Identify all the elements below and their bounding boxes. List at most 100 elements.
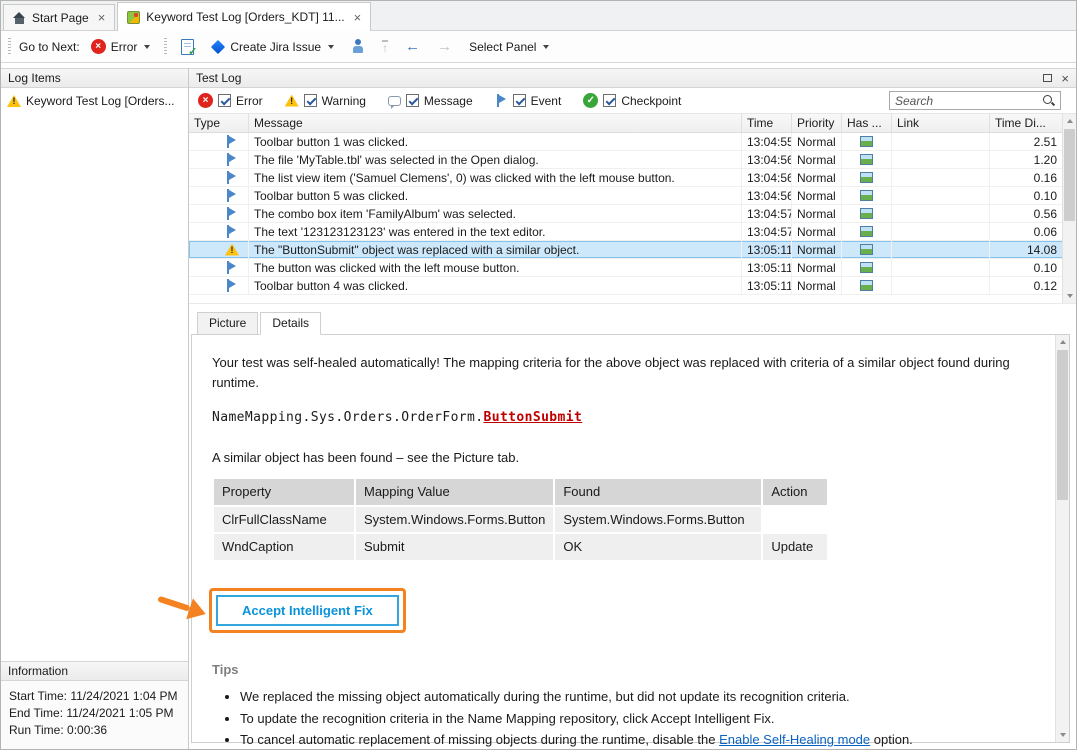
error-icon: × [91,39,106,54]
filter-event[interactable]: Event [495,94,562,108]
arrow-left-icon: ← [405,39,420,54]
cell-priority: Normal [792,133,842,150]
search-input[interactable] [895,94,1042,108]
close-icon[interactable]: × [1061,72,1069,85]
cell-message: The text '123123123123' was entered in t… [249,223,742,240]
accept-intelligent-fix-button[interactable]: Accept Intelligent Fix [216,595,399,626]
cell-has-picture [842,259,892,276]
details-column-header: Mapping Value [356,479,553,505]
scroll-up-button[interactable] [1063,114,1076,128]
event-checkbox[interactable] [513,94,526,107]
filter-error[interactable]: ×Error [198,93,263,108]
post-issue-button[interactable] [345,35,371,58]
tab-picture[interactable]: Picture [197,312,258,335]
start-time: Start Time: 11/24/2021 1:04 PM [9,688,180,705]
event-icon [225,189,238,202]
export-log-button[interactable] [175,35,200,59]
log-scrollbar[interactable] [1062,114,1076,303]
filter-warning[interactable]: Warning [285,94,366,108]
filter-message[interactable]: Message [388,94,473,108]
filter-label: Checkpoint [621,94,681,108]
column-header[interactable]: Time Di... [990,114,1063,132]
maximize-icon[interactable] [1043,74,1052,82]
event-icon [495,94,508,107]
search-icon[interactable] [1042,94,1055,107]
tip-item: To cancel automatic replacement of missi… [240,730,1035,750]
tip-link[interactable]: Enable Self-Healing mode [719,732,870,747]
warning-icon [7,95,21,107]
message-checkbox[interactable] [406,94,419,107]
go-forward-button[interactable]: → [431,35,458,58]
log-row[interactable]: The list view item ('Samuel Clemens', 0)… [189,169,1063,187]
log-items-title: Log Items [8,71,61,85]
log-row[interactable]: The "ButtonSubmit" object was replaced w… [189,241,1063,259]
column-header[interactable]: Has ... [842,114,892,132]
tree-item-keyword-test-log[interactable]: Keyword Test Log [Orders... [3,92,186,110]
cell-link [892,133,990,150]
column-header[interactable]: Type [189,114,249,132]
triangle-up-icon [1067,119,1073,123]
toolbar-grip [164,38,167,56]
details-table-row: ClrFullClassNameSystem.Windows.Forms.But… [214,507,827,533]
column-header[interactable]: Priority [792,114,842,132]
log-row[interactable]: Toolbar button 5 was clicked.13:04:56Nor… [189,187,1063,205]
jira-icon [211,39,225,53]
error-label: Error [111,40,138,54]
mapping-highlight[interactable]: ButtonSubmit [483,410,582,425]
scroll-down-button[interactable] [1063,289,1076,303]
error-icon: × [198,93,213,108]
cell-time: 13:04:56 [742,151,792,168]
details-tab-strip: Picture Details [189,304,1076,335]
details-scrollbar[interactable] [1055,335,1069,742]
error-checkbox[interactable] [218,94,231,107]
cell-time: 13:04:56 [742,169,792,186]
column-header[interactable]: Message [249,114,742,132]
keyword-test-log-icon [127,11,140,24]
create-jira-issue-button[interactable]: Create Jira Issue [205,36,340,58]
log-row[interactable]: The button was clicked with the left mou… [189,259,1063,277]
triangle-up-icon [1060,340,1066,344]
scrollbar-thumb[interactable] [1057,350,1068,500]
log-row[interactable]: Toolbar button 1 was clicked.13:04:55Nor… [189,133,1063,151]
cell-time-diff: 14.08 [990,241,1063,258]
create-jira-label: Create Jira Issue [230,40,321,54]
cell-time-diff: 0.12 [990,277,1063,294]
close-icon[interactable]: × [98,11,106,24]
triangle-down-icon [1067,294,1073,298]
log-row[interactable]: The file 'MyTable.tbl' was selected in t… [189,151,1063,169]
picture-icon [860,136,873,147]
event-icon [225,225,238,238]
scrollbar-thumb[interactable] [1064,129,1075,221]
log-items-header: Log Items [1,68,188,88]
details-table-cell [763,507,827,533]
tab-keyword-test-log[interactable]: Keyword Test Log [Orders_KDT] 11... × [117,2,371,31]
go-back-button[interactable]: ← [399,35,426,58]
log-row[interactable]: The text '123123123123' was entered in t… [189,223,1063,241]
picture-icon [860,280,873,291]
warning-checkbox[interactable] [304,94,317,107]
test-log-title: Test Log [196,71,241,85]
scroll-down-button[interactable] [1056,728,1069,742]
cell-time-diff: 0.16 [990,169,1063,186]
log-row[interactable]: Toolbar button 4 was clicked.13:05:11Nor… [189,277,1063,295]
go-to-next-error-button[interactable]: × Error [85,35,157,58]
checkpoint-checkbox[interactable] [603,94,616,107]
cell-message: The button was clicked with the left mou… [249,259,742,276]
cell-link [892,151,990,168]
similar-object-text: A similar object has been found – see th… [212,448,1035,468]
select-panel-button[interactable]: Select Panel [463,36,555,58]
column-header[interactable]: Time [742,114,792,132]
tab-start-page[interactable]: Start Page × [3,4,115,30]
scroll-up-button[interactable] [1056,335,1069,349]
close-icon[interactable]: × [354,11,362,24]
tab-label: Start Page [32,11,89,25]
column-header[interactable]: Link [892,114,990,132]
cell-priority: Normal [792,169,842,186]
tab-details[interactable]: Details [260,312,321,335]
go-to-parent-button[interactable]: ↑ [376,36,394,58]
event-icon [225,207,238,220]
details-table-cell: System.Windows.Forms.Button [555,507,761,533]
log-row[interactable]: The combo box item 'FamilyAlbum' was sel… [189,205,1063,223]
filter-checkpoint[interactable]: ✓Checkpoint [583,93,681,108]
picture-icon [860,190,873,201]
